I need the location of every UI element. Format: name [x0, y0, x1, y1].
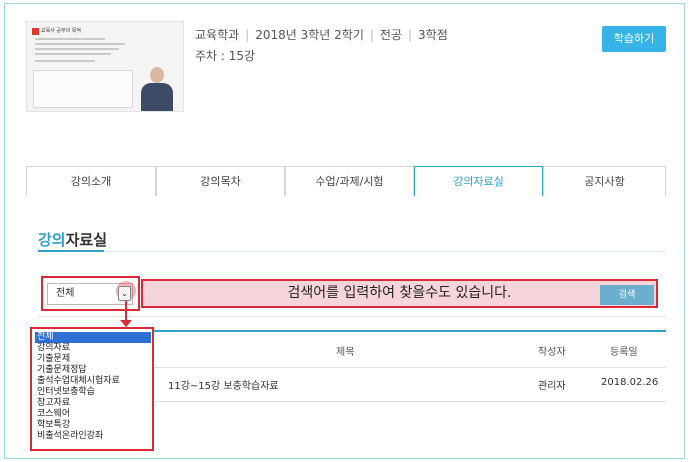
course-week: 주차 : 15강: [195, 49, 256, 63]
thumbnail-text-box: [33, 70, 133, 108]
row-date: 2018.02.26: [601, 377, 659, 388]
course-credits: 3학점: [418, 28, 448, 42]
dropdown-option[interactable]: 학보특강: [35, 420, 70, 431]
thumbnail-title: 교육사 공부의 목적: [41, 28, 81, 34]
course-department: 교육학과: [195, 28, 240, 42]
page-title-rest: 자료실: [65, 231, 108, 249]
tab-lecture-materials[interactable]: 강의자료실: [414, 166, 543, 197]
tab-class-assignments-exams[interactable]: 수업/과제/시험: [285, 166, 414, 196]
course-info: 교육학과 | 2018년 3학년 2학기 | 전공 | 3학점: [195, 28, 448, 42]
column-header-title: 제목: [336, 347, 355, 358]
tab-notices[interactable]: 공지사항: [543, 166, 666, 196]
dropdown-option[interactable]: 기출문제정답: [35, 365, 87, 376]
thumbnail-text-line: [35, 43, 125, 45]
tab-bar: 강의소개 강의목차 수업/과제/시험 강의자료실 공지사항: [26, 166, 666, 197]
search-divider: [38, 316, 666, 317]
study-button[interactable]: 학습하기: [602, 26, 666, 52]
dropdown-option[interactable]: 출석수업대체시험자료: [35, 376, 120, 387]
column-header-date: 등록일: [610, 347, 638, 358]
title-divider: [38, 251, 666, 252]
course-term: 2018년 3학년 2학기: [255, 28, 364, 42]
tab-course-intro[interactable]: 강의소개: [26, 166, 156, 196]
lecturer-image: [139, 65, 175, 111]
thumbnail-text-line: [35, 53, 111, 55]
page-title: 강의자료실: [38, 229, 107, 250]
lecture-thumbnail[interactable]: 교육사 공부의 목적: [26, 21, 184, 112]
dropdown-option[interactable]: 비출석온라인강좌: [35, 431, 103, 442]
row-author: 관리자: [538, 381, 566, 392]
thumbnail-text-line: [35, 48, 119, 50]
dropdown-option[interactable]: 참고자료: [35, 398, 70, 409]
dropdown-option[interactable]: 기출문제: [35, 354, 70, 365]
course-category: 전공: [379, 28, 402, 42]
thumbnail-logo-icon: [32, 28, 39, 35]
search-button[interactable]: 검색: [600, 285, 654, 305]
dropdown-option[interactable]: 인터넷보충학습: [35, 387, 95, 398]
search-input[interactable]: 검색어를 입력하여 찾을수도 있습니다.: [141, 279, 658, 308]
column-header-author: 작성자: [538, 347, 566, 358]
thumbnail-text-line: [35, 38, 105, 40]
category-dropdown-list: 전체 강의자료 기출문제 기출문제정답 출석수업대체시험자료 인터넷보충학습 참…: [30, 327, 154, 451]
search-hint-text: 검색어를 입력하여 찾을수도 있습니다.: [287, 285, 512, 301]
thumbnail-text-line: [35, 60, 95, 62]
annotation-arrow-head-icon: [120, 320, 132, 327]
title-underline: [38, 250, 104, 252]
dropdown-option[interactable]: 전체: [35, 332, 151, 343]
page-title-accent: 강의: [38, 231, 66, 249]
row-title-link[interactable]: 11강~15강 보충학습자료: [168, 377, 279, 392]
dropdown-option[interactable]: 강의자료: [35, 343, 70, 354]
dropdown-option[interactable]: 코스웨어: [35, 409, 70, 420]
tab-course-contents[interactable]: 강의목차: [156, 166, 285, 196]
